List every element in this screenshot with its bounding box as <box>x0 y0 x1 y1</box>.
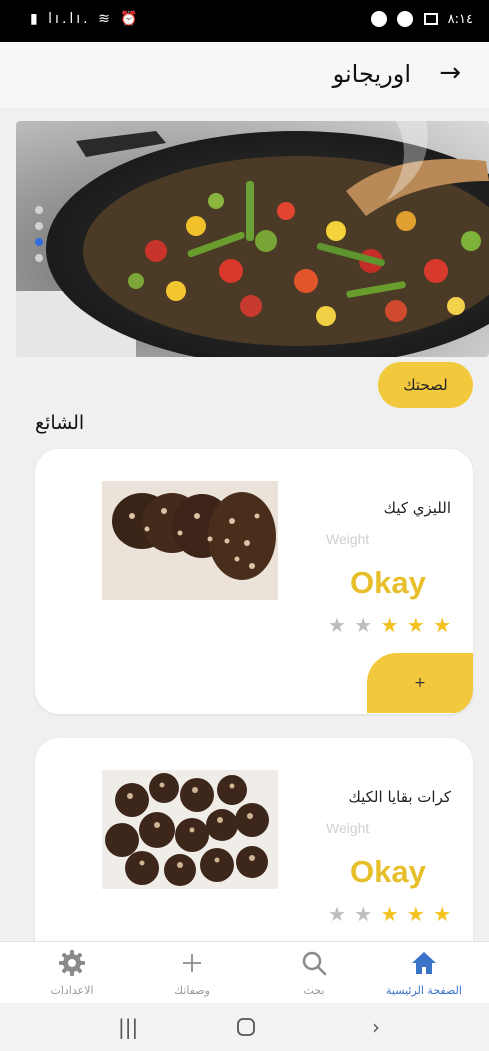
app-bar: اوريجانو → <box>0 42 489 108</box>
star-icon: ★ <box>433 902 453 926</box>
status-icons-left: ▮ lı.lı. ≋ ⏰ <box>30 11 141 27</box>
nav-item-settings[interactable]: الاعدادات <box>22 948 122 997</box>
home-square-icon <box>237 1018 255 1036</box>
star-icon: ★ <box>406 902 426 926</box>
status-icons-right: ٨:١٤ <box>365 11 473 27</box>
nav-item-label: الاعدادات <box>50 984 94 997</box>
battery-icon: ▮ <box>30 11 41 27</box>
recent-apps-icon: ||| <box>118 1015 139 1039</box>
section-title: الشائع <box>35 412 85 434</box>
recipe-name: كرات بقايا الكيك <box>348 788 451 806</box>
search-icon <box>264 948 364 978</box>
recipe-image-lazy-cake <box>102 481 278 600</box>
chevron-right-icon: › <box>372 1015 380 1039</box>
back-system-button[interactable]: › <box>372 1015 380 1039</box>
status-time: ٨:١٤ <box>447 11 473 27</box>
star-icon: ★ <box>380 613 400 637</box>
category-chip-label: لصحتك <box>403 376 448 394</box>
star-icon: ★ <box>433 613 453 637</box>
plus-icon <box>142 948 242 978</box>
nav-item-search[interactable]: بحث <box>264 948 364 997</box>
nav-item-label: وصفاتك <box>174 984 210 997</box>
signal-icon: lı.lı. <box>48 11 91 27</box>
star-icon: ★ <box>354 613 374 637</box>
gear-icon <box>22 948 122 978</box>
banner-image[interactable] <box>16 121 489 357</box>
recipe-card[interactable]: كرات بقايا الكيك Weight Okay ★ ★ ★ ★ ★ <box>35 738 473 941</box>
banner-pagination <box>35 206 45 270</box>
home-system-button[interactable] <box>236 1017 256 1042</box>
star-icon: ★ <box>354 902 374 926</box>
pagination-dot-active[interactable] <box>35 238 43 246</box>
pagination-dot[interactable] <box>35 206 43 214</box>
nav-item-home[interactable]: الصفحة الرئيسية <box>374 948 474 997</box>
messenger-icon <box>371 11 388 27</box>
recent-apps-button[interactable]: ||| <box>118 1015 138 1039</box>
category-chip[interactable]: لصحتك <box>378 362 473 408</box>
recipe-card[interactable]: الليزي كيك Weight Okay ★ ★ ★ ★ ★ + <box>35 449 473 714</box>
recipe-weight-label: Weight <box>326 531 370 547</box>
star-rating: ★ ★ ★ ★ ★ <box>328 902 452 926</box>
star-icon: ★ <box>328 902 347 926</box>
system-navigation-bar: ||| › <box>0 1003 489 1051</box>
arrow-right-icon: → <box>439 58 461 88</box>
star-icon: ★ <box>380 902 400 926</box>
wok-vegetables-image <box>16 121 489 357</box>
star-icon: ★ <box>328 613 347 637</box>
star-rating: ★ ★ ★ ★ ★ <box>328 613 452 637</box>
bottom-navigation: الصفحة الرئيسية بحث وصفاتك الاعدادات <box>0 941 489 1003</box>
add-recipe-button[interactable]: + <box>367 653 473 713</box>
plus-icon: + <box>414 675 426 691</box>
nav-item-label: بحث <box>303 984 325 997</box>
home-icon <box>374 948 474 978</box>
star-icon: ★ <box>406 613 426 637</box>
status-bar: ▮ lı.lı. ≋ ⏰ ٨:١٤ <box>0 0 489 42</box>
nav-item-your-recipes[interactable]: وصفاتك <box>142 948 242 997</box>
recipe-weight-label: Weight <box>326 820 370 836</box>
wifi-icon: ≋ <box>98 11 113 27</box>
recipe-rating-text: Okay <box>350 565 426 600</box>
gallery-icon <box>423 13 438 25</box>
page-title: اوريجانو <box>332 60 411 88</box>
pagination-dot[interactable] <box>35 222 43 230</box>
app-notification-icon <box>397 11 414 27</box>
nav-item-label: الصفحة الرئيسية <box>386 984 462 997</box>
pagination-dot[interactable] <box>35 254 43 262</box>
recipe-image-cake-balls <box>102 770 278 889</box>
back-button[interactable]: → <box>439 58 461 88</box>
alarm-icon: ⏰ <box>120 11 141 27</box>
recipe-name: الليزي كيك <box>383 499 451 517</box>
recipe-rating-text: Okay <box>350 854 426 889</box>
